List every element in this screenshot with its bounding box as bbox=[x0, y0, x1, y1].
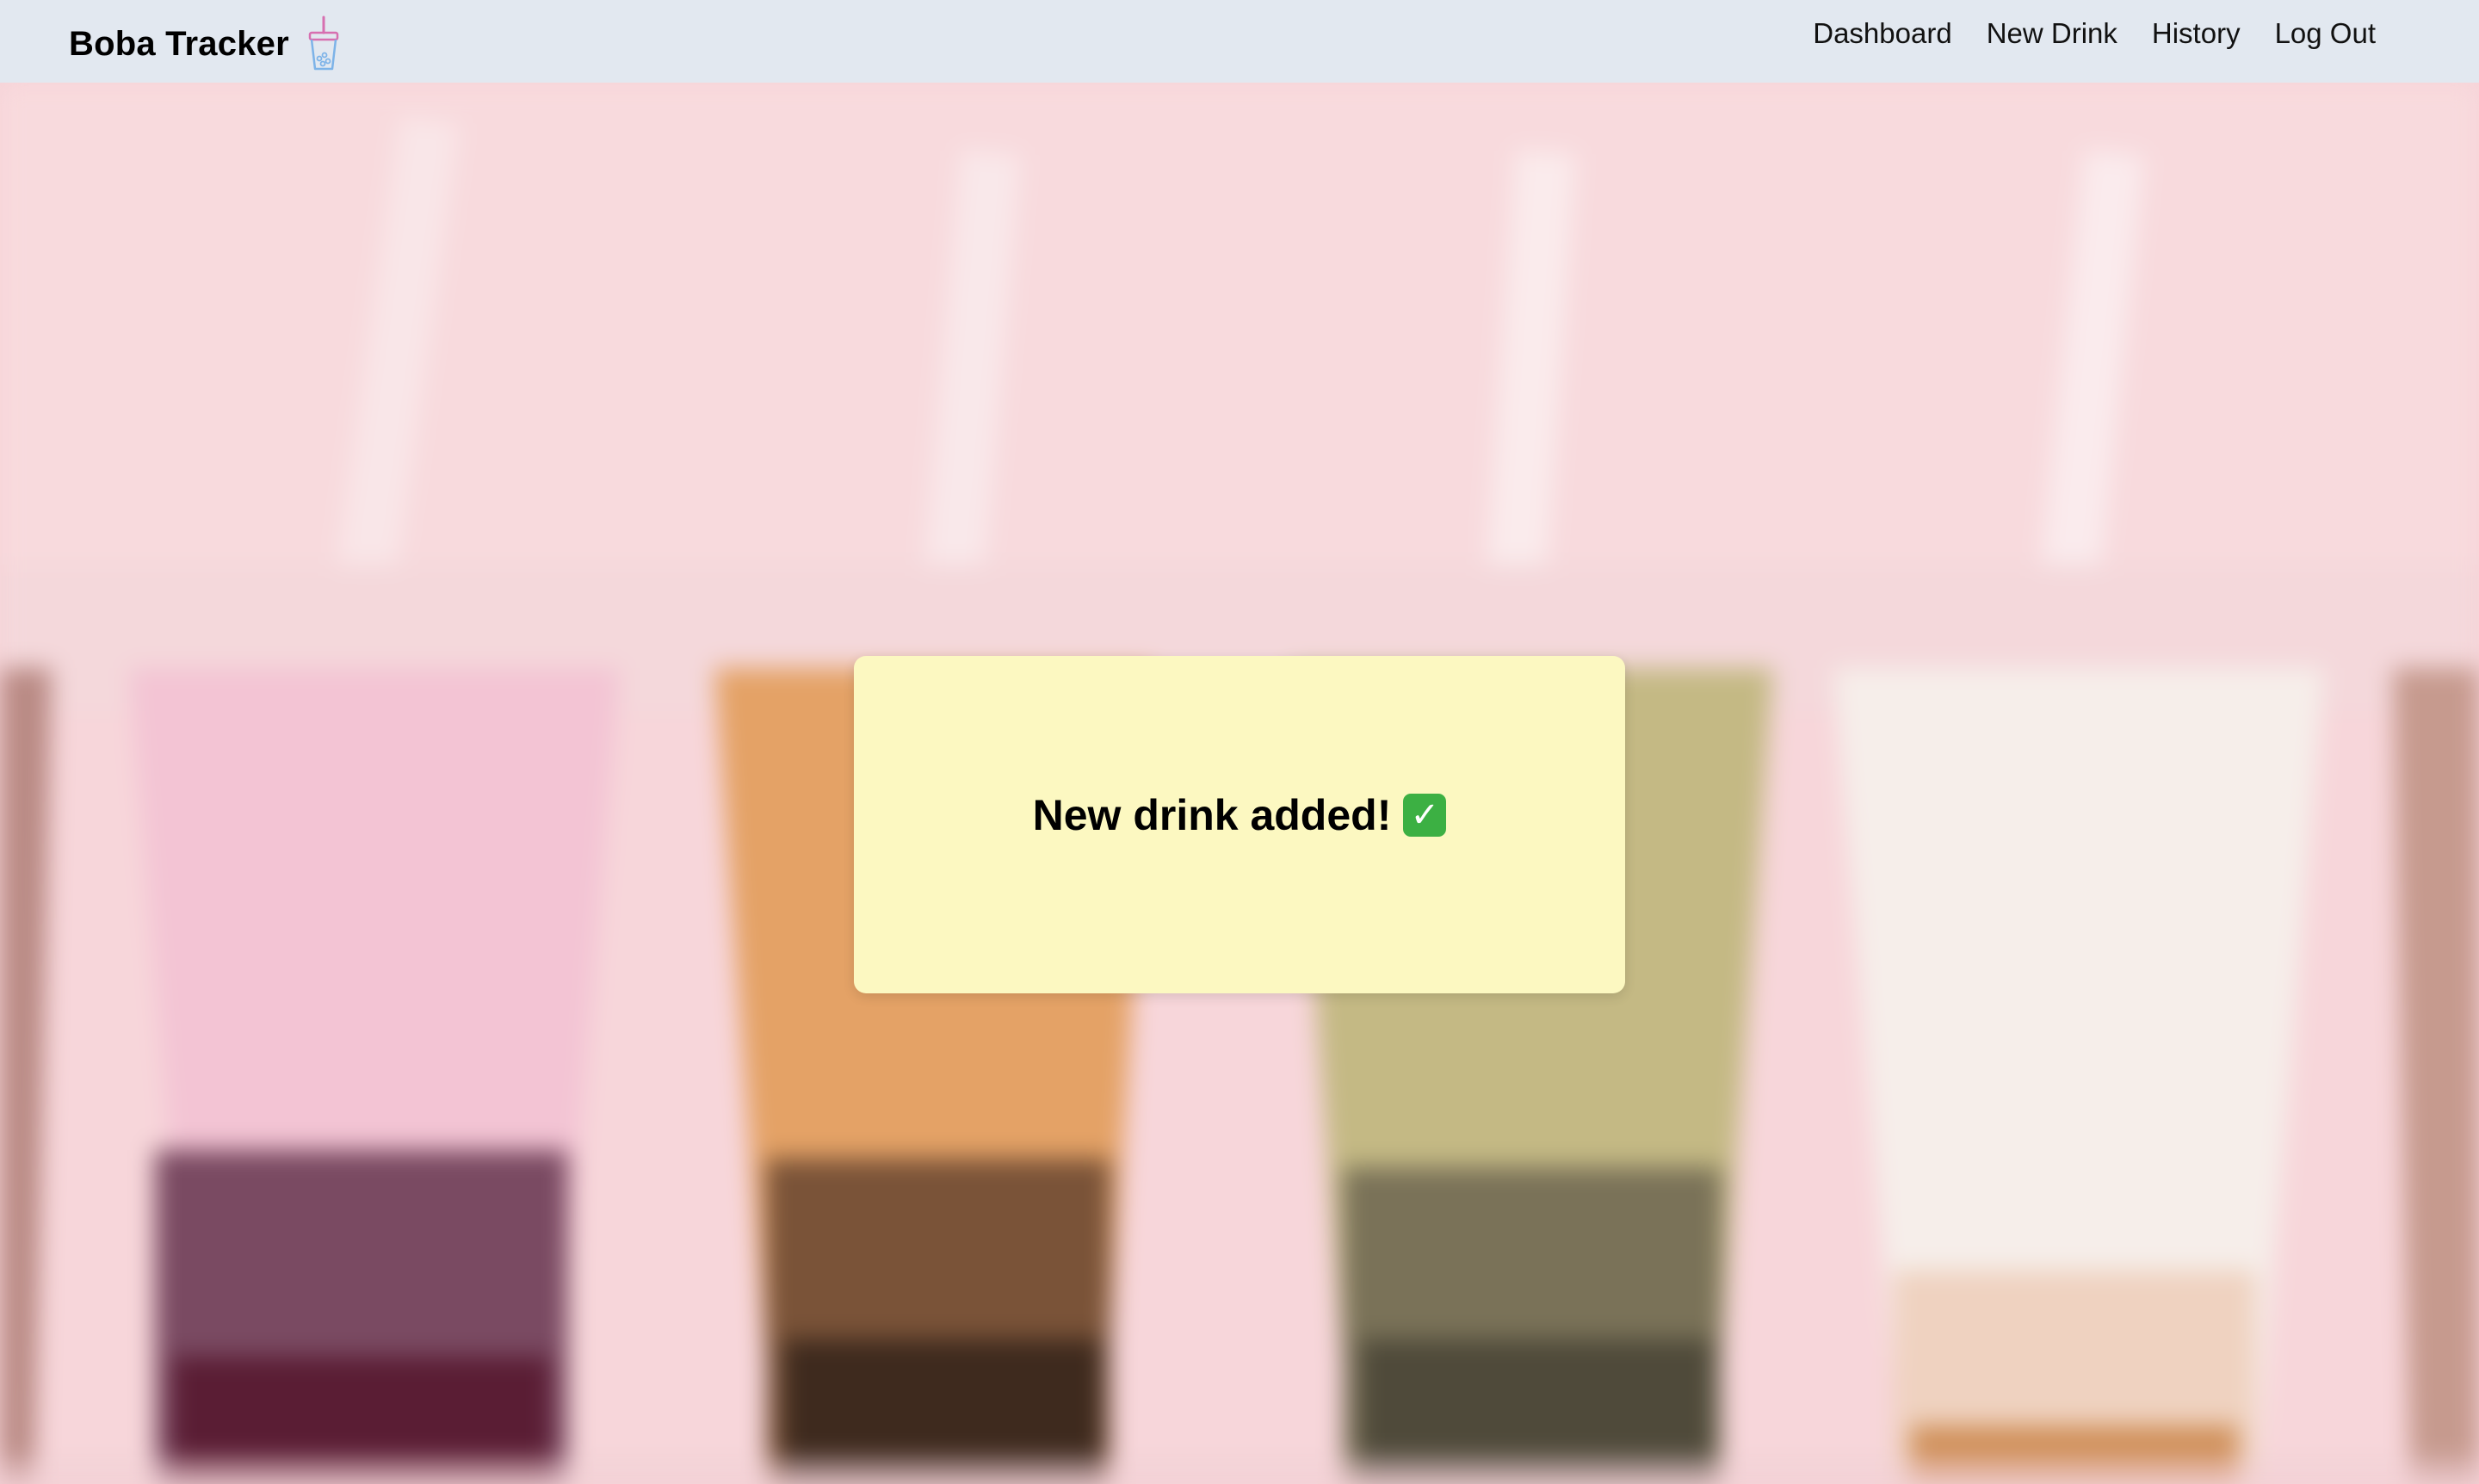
navbar: Boba Tracker Dashboard New Drink History… bbox=[0, 0, 2479, 83]
app-title[interactable]: Boba Tracker bbox=[69, 25, 289, 64]
check-mark-icon: ✓ bbox=[1403, 794, 1447, 837]
nav-dashboard-link[interactable]: Dashboard bbox=[1813, 17, 1951, 50]
toast-message: New drink added! bbox=[1032, 791, 1392, 839]
nav-new-drink-link[interactable]: New Drink bbox=[1987, 17, 2117, 50]
nav-history-link[interactable]: History bbox=[2152, 17, 2241, 50]
brand[interactable]: Boba Tracker bbox=[69, 12, 343, 76]
toast-content: New drink added! ✓ bbox=[1033, 790, 1447, 840]
nav-log-out-link[interactable]: Log Out bbox=[2275, 17, 2376, 50]
page: Boba Tracker Dashboard New Drink History… bbox=[0, 0, 2479, 1484]
nav-links: Dashboard New Drink History Log Out bbox=[1813, 17, 2376, 50]
success-toast: New drink added! ✓ bbox=[854, 656, 1625, 993]
boba-cup-icon bbox=[308, 15, 339, 71]
